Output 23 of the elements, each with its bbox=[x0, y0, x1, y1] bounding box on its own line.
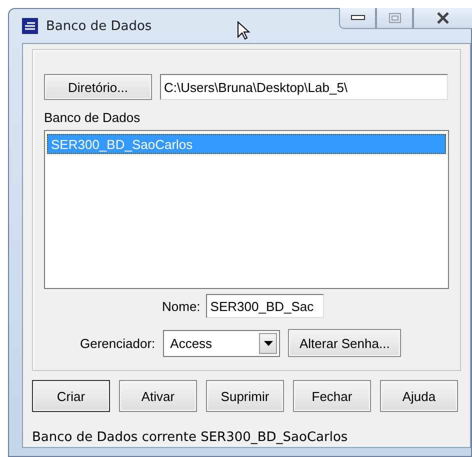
dialog-button[interactable]: Ajuda bbox=[380, 380, 458, 412]
change-password-button[interactable]: Alterar Senha... bbox=[288, 329, 402, 357]
dialog-button[interactable]: Ativar bbox=[119, 380, 197, 412]
dialog-button[interactable]: Fechar bbox=[293, 380, 371, 412]
mouse-cursor-icon bbox=[237, 21, 251, 41]
name-label: Nome: bbox=[162, 298, 200, 314]
dialog-button[interactable]: Criar bbox=[32, 380, 110, 412]
status-text: Banco de Dados corrente SER300_BD_SaoCarlos bbox=[32, 430, 349, 445]
directory-button[interactable]: Diretório... bbox=[44, 74, 152, 100]
close-button[interactable] bbox=[413, 8, 472, 29]
manager-label: Gerenciador: bbox=[80, 336, 156, 350]
manager-dropdown[interactable]: Access bbox=[163, 330, 280, 356]
path-field[interactable]: C:\Users\Bruna\Desktop\Lab_5\ bbox=[160, 74, 448, 100]
window-title: Banco de Dados bbox=[46, 18, 152, 34]
minimize-button[interactable] bbox=[339, 8, 376, 29]
app-icon bbox=[22, 18, 38, 34]
close-icon bbox=[436, 12, 450, 24]
name-field[interactable]: SER300_BD_Sac bbox=[206, 294, 324, 318]
minimize-icon bbox=[350, 15, 364, 21]
dialog-button[interactable]: Suprimir bbox=[206, 380, 284, 412]
maximize-icon bbox=[388, 13, 400, 23]
list-label: Banco de Dados bbox=[44, 110, 142, 125]
dropdown-arrow-icon bbox=[264, 340, 273, 346]
